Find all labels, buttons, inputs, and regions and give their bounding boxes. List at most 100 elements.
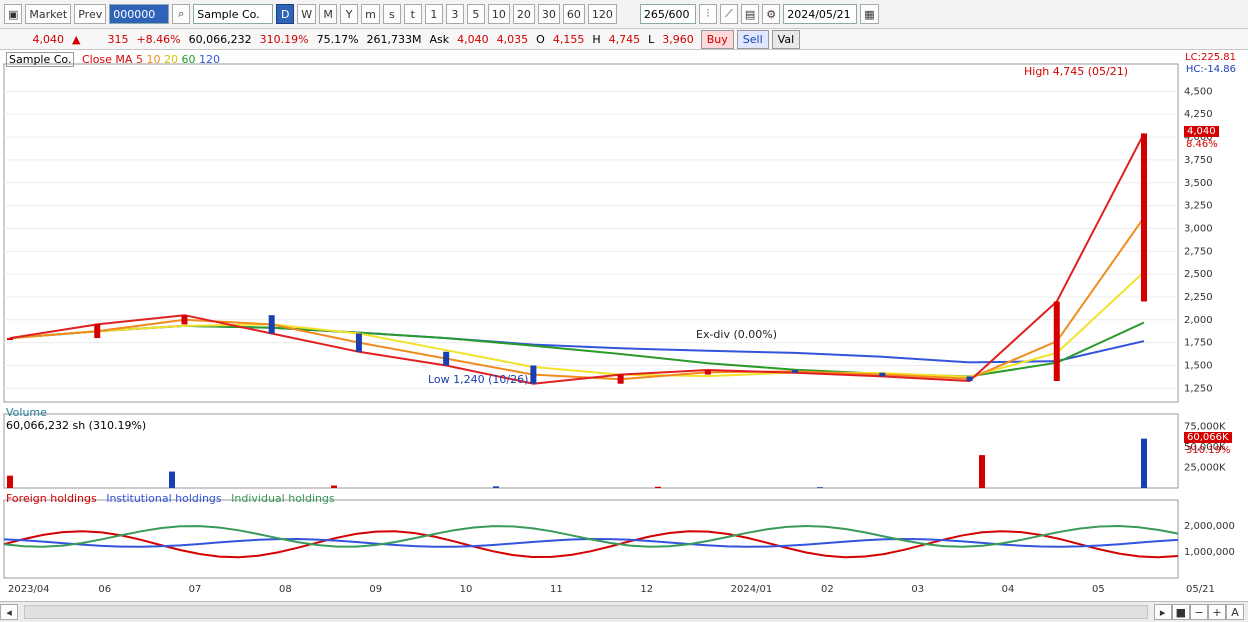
price-candle	[879, 372, 886, 377]
horizontal-scrollbar[interactable]	[24, 605, 1148, 619]
hc-text: HC:-14.86	[1185, 64, 1236, 75]
ma60-legend: 60	[181, 53, 196, 66]
interval-20[interactable]: 20	[512, 4, 535, 24]
open-value: 4,155	[552, 32, 585, 46]
ma-legend-prefix: Close MA	[81, 53, 133, 66]
search-icon[interactable]: ⌕	[172, 4, 191, 24]
text-tool-icon[interactable]: A	[1226, 604, 1244, 620]
volume-current-tag: 60,066K	[1184, 432, 1232, 443]
price-candle	[792, 370, 799, 373]
interval-30[interactable]: 30	[537, 4, 560, 24]
candle-icon[interactable]: ⫶	[698, 4, 717, 24]
dividend-marker-label: Ex-div (0.00%)	[696, 328, 778, 341]
price-tick-label: 3,750	[1184, 155, 1213, 166]
period-second[interactable]: s	[382, 4, 401, 24]
price-candle	[966, 376, 973, 381]
period-year[interactable]: Y	[340, 4, 359, 24]
count-field[interactable]: 265/600	[639, 4, 696, 24]
price-tick-label: 3,500	[1184, 178, 1213, 189]
holdings-tick-label: 1,000,000	[1184, 547, 1235, 558]
chart-svg: 1,250 1,500 1,750 2,000 2,250 2,500 2,750 3,000…	[3, 63, 1235, 595]
ma5-legend: 5	[135, 53, 143, 66]
individual-legend: Individual holdings	[231, 492, 335, 505]
high-marker-label: High 4,745 (05/21)	[1024, 65, 1129, 78]
ma20-line	[9, 271, 1145, 378]
period-minute[interactable]: m	[361, 4, 380, 24]
x-tick-label: 12	[640, 584, 653, 595]
window-icon[interactable]: ▣	[4, 4, 23, 24]
period-day[interactable]: D	[276, 4, 295, 24]
volume-bar	[7, 475, 13, 488]
period-month[interactable]: M	[319, 4, 338, 24]
market-select[interactable]: Market	[25, 4, 72, 24]
x-tick-label: 08	[279, 584, 292, 595]
price-tick-label: 3,000	[1184, 223, 1213, 234]
line-tool-icon[interactable]: ⟋	[719, 4, 738, 24]
price-candle	[1141, 133, 1147, 302]
price-candle	[443, 351, 450, 366]
volume-ratio: 310.19%	[259, 32, 309, 46]
volume-bar	[655, 486, 661, 488]
price-tick-label: 2,750	[1184, 246, 1213, 257]
price-value: 4,040	[32, 32, 65, 46]
institution-legend: Institutional holdings	[106, 492, 222, 505]
volume-tick-label: 75,000K	[1184, 421, 1226, 432]
zoom-in-icon[interactable]: +	[1208, 604, 1226, 620]
prev-button[interactable]: Prev	[74, 4, 107, 24]
save-icon[interactable]: ▤	[740, 4, 760, 24]
interval-10[interactable]: 10	[487, 4, 510, 24]
eval-button[interactable]: Val	[771, 29, 801, 49]
price-candle	[1053, 301, 1060, 381]
interval-5[interactable]: 5	[466, 4, 485, 24]
x-tick-label: 03	[911, 584, 924, 595]
chart-area: 1,250 1,500 1,750 2,000 2,250 2,500 2,750 3,000…	[0, 50, 1248, 621]
zoom-out-icon[interactable]: −	[1190, 604, 1208, 620]
price-tick-label: 2,000	[1184, 315, 1213, 326]
price-tick-label: 2,250	[1184, 292, 1213, 303]
volume-bar	[979, 455, 985, 488]
volume-tick-label: 25,000K	[1184, 462, 1226, 473]
price-pane-header: Sample Co. Close MA 5 10 20 60 120	[6, 52, 220, 67]
volume-pane-frame	[3, 413, 1179, 489]
volume-bar	[493, 486, 499, 488]
change-pct: +8.46%	[136, 32, 181, 46]
gear-icon[interactable]: ⚙	[762, 4, 781, 24]
amount-value: 261,733M	[366, 32, 422, 46]
volume-current: 60,066,232 sh (310.19%)	[6, 419, 147, 432]
period-week[interactable]: W	[297, 4, 317, 24]
ma-layer	[9, 132, 1145, 385]
stop-icon[interactable]: ■	[1171, 604, 1190, 620]
calendar-icon[interactable]: ▦	[860, 4, 879, 24]
volume-bar	[1141, 438, 1147, 488]
interval-120[interactable]: 120	[587, 4, 617, 24]
period-tick[interactable]: t	[403, 4, 422, 24]
play-icon[interactable]: ▸	[1153, 604, 1172, 620]
holdings-layer	[3, 524, 1179, 559]
interval-1[interactable]: 1	[424, 4, 443, 24]
low-label: L	[648, 32, 655, 46]
ma120-line	[9, 324, 1145, 364]
name-field[interactable]: Sample Co.	[193, 4, 274, 24]
code-input[interactable]: 000000	[109, 4, 170, 24]
volume-bar	[169, 471, 175, 488]
price-tick-label: 1,750	[1184, 338, 1213, 349]
price-tick-label: 4,250	[1184, 109, 1213, 120]
interval-3[interactable]: 3	[445, 4, 464, 24]
x-tick-label: 05	[1092, 584, 1105, 595]
buy-button[interactable]: Buy	[700, 29, 734, 49]
lc-text: LC:225.81	[1185, 52, 1236, 63]
price-candle	[530, 365, 537, 384]
ma10-line	[9, 216, 1145, 381]
sell-button[interactable]: Sell	[736, 29, 769, 49]
date-field[interactable]: 2024/05/21	[783, 4, 858, 24]
price-candle	[704, 370, 711, 375]
price-tick-label: 1,250	[1184, 383, 1213, 394]
scroll-left-icon[interactable]: ◂	[0, 604, 18, 620]
individual-holdings-line	[3, 524, 1179, 548]
volume-bar	[817, 487, 823, 488]
axis-layer: 1,250 1,500 1,750 2,000 2,250 2,500 2,750 3,000…	[8, 86, 1235, 595]
interval-60[interactable]: 60	[562, 4, 585, 24]
volume-bar	[331, 485, 337, 488]
price-candle	[268, 315, 275, 334]
bottom-bar: ◂ ▸ ■ − + A	[0, 601, 1248, 622]
